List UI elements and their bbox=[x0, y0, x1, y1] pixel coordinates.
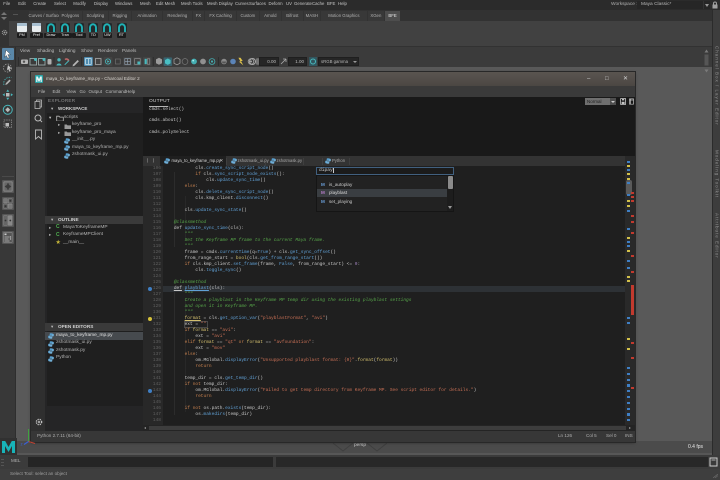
svg-text:z: z bbox=[21, 442, 24, 447]
